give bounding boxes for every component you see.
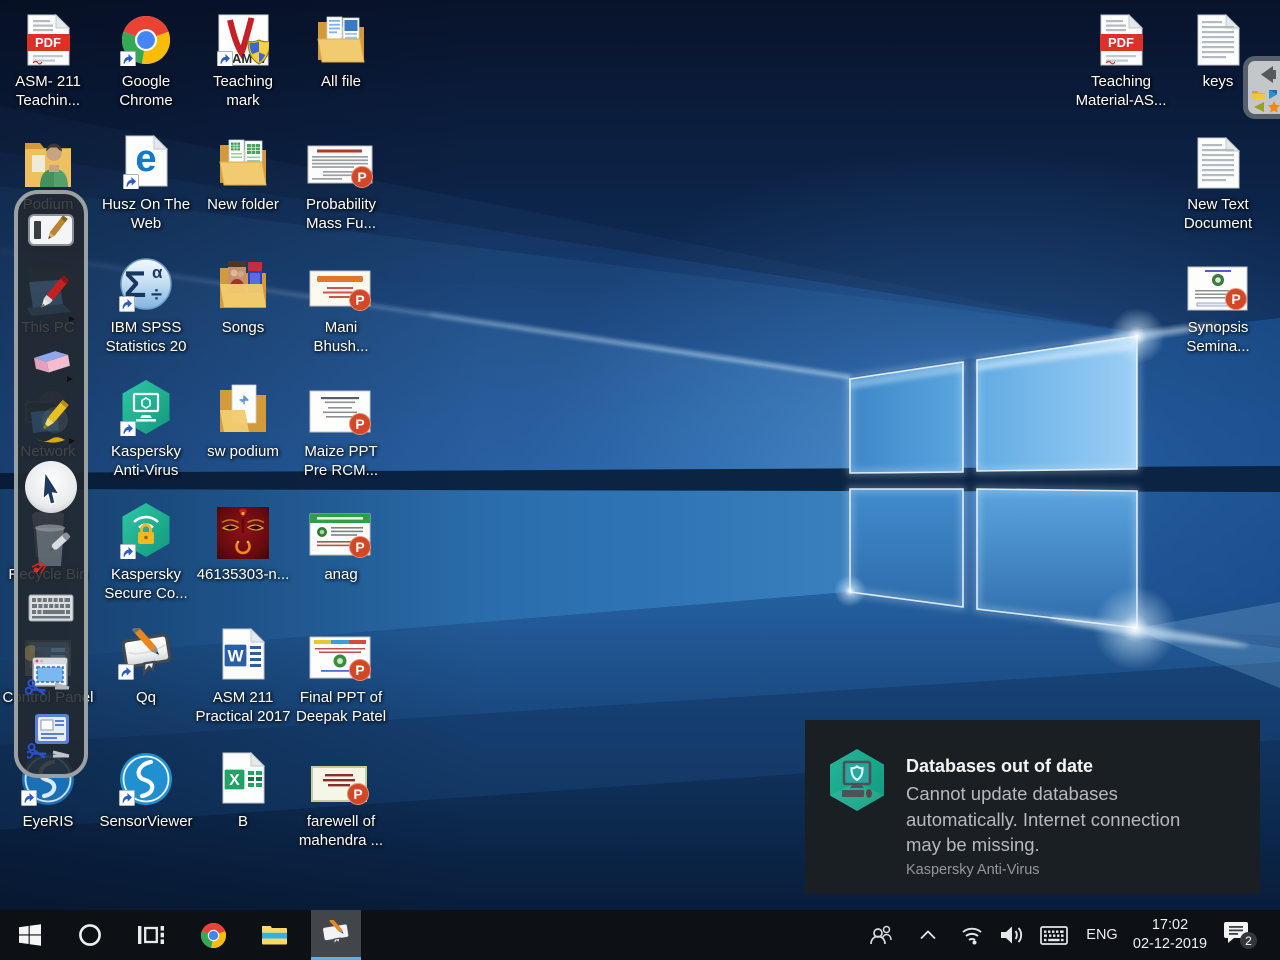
svg-text:÷: ÷ [151,284,162,306]
svg-text:e: e [135,138,156,180]
svg-text:X: X [229,772,240,789]
svg-text:α: α [152,263,163,282]
svg-text:2: 2 [1245,934,1252,948]
svg-text:AM: AM [232,51,252,66]
svg-text:W: W [227,647,244,666]
